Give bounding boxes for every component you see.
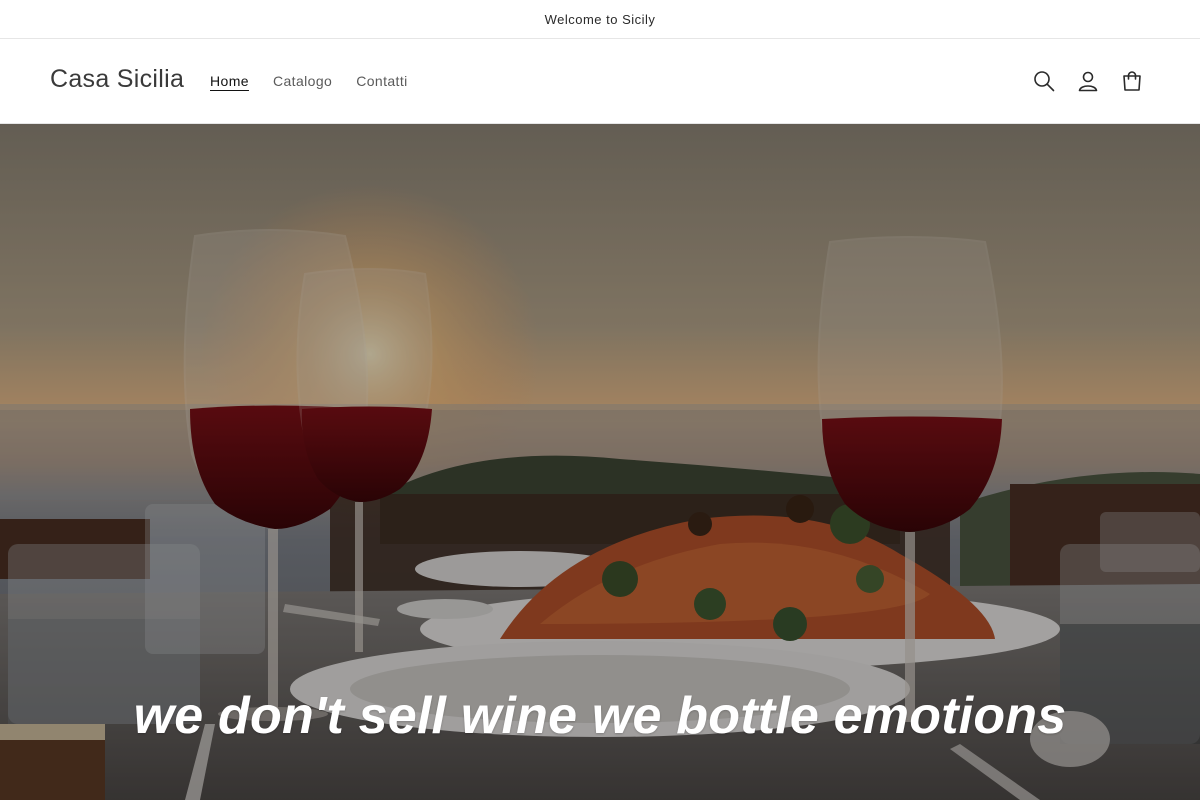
store-logo[interactable]: Casa Sicilia <box>50 65 184 94</box>
announcement-text: Welcome to Sicily <box>544 11 656 27</box>
hero-banner: we don't sell wine we bottle emotions <box>0 124 1200 800</box>
nav-link-home[interactable]: Home <box>198 72 261 90</box>
nav-link-contatti[interactable]: Contatti <box>344 72 419 90</box>
header-icons <box>1022 59 1154 103</box>
nav-link-catalogo[interactable]: Catalogo <box>261 72 344 90</box>
account-button[interactable] <box>1066 59 1110 103</box>
main-nav: Home Catalogo Contatti <box>198 72 420 90</box>
search-icon <box>1034 71 1055 92</box>
search-button[interactable] <box>1022 59 1066 103</box>
hero-heading: we don't sell wine we bottle emotions <box>133 687 1067 745</box>
site-header: Casa Sicilia Home Catalogo Contatti <box>0 39 1200 124</box>
announcement-bar: Welcome to Sicily <box>0 0 1200 39</box>
cart-button[interactable] <box>1110 59 1154 103</box>
account-icon <box>1078 71 1098 92</box>
cart-icon <box>1123 71 1141 91</box>
